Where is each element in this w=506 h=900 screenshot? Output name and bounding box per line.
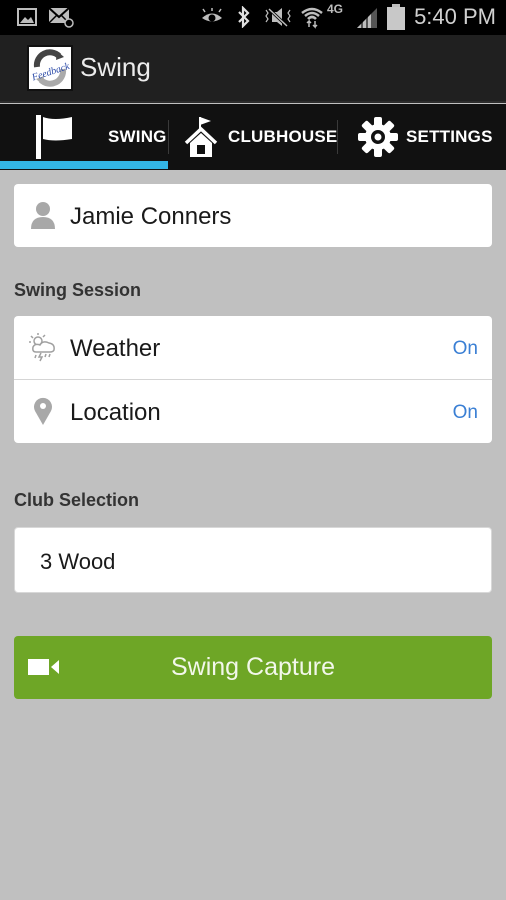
clubhouse-icon (184, 115, 218, 159)
clock: 5:40 PM (414, 4, 496, 29)
swing-session-heading: Swing Session (14, 280, 142, 300)
weather-icon (28, 332, 58, 362)
battery-icon (386, 4, 406, 30)
location-pin-icon (28, 396, 58, 426)
tab-divider (168, 120, 169, 154)
user-card[interactable]: Jamie Conners (14, 184, 492, 247)
tab-settings[interactable]: SETTINGS (357, 104, 493, 170)
tab-label: CLUBHOUSE (228, 127, 338, 146)
selected-tab-indicator (0, 161, 168, 169)
wifi-icon (300, 6, 324, 29)
gallery-icon (17, 6, 37, 28)
location-toggle-value[interactable]: On (453, 402, 478, 424)
user-name: Jamie Conners (70, 203, 232, 230)
club-select-value: 3 Wood (40, 549, 116, 574)
swing-capture-label: Swing Capture (171, 653, 335, 681)
swing-capture-button[interactable]: Swing Capture (14, 636, 492, 699)
bluetooth-icon (236, 6, 252, 28)
status-bar: 4G 5:40 PM (0, 0, 506, 35)
action-bar: Feedback Swing (0, 35, 506, 103)
email-icon (48, 6, 74, 28)
app-logo[interactable]: Feedback (27, 45, 73, 91)
person-icon (28, 200, 58, 230)
tab-clubhouse[interactable]: CLUBHOUSE (184, 104, 337, 170)
flag-icon (34, 113, 74, 161)
tab-divider (337, 120, 338, 154)
swing-session-card: Weather On Location On (14, 316, 492, 443)
user-row[interactable]: Jamie Conners (14, 184, 492, 247)
tab-label: SETTINGS (406, 127, 493, 146)
location-label: Location (70, 399, 161, 426)
club-selection-heading: Club Selection (14, 490, 140, 510)
signal-icon (355, 6, 379, 28)
weather-label: Weather (70, 335, 161, 362)
tab-label: SWING (108, 127, 167, 146)
eye-icon (200, 6, 224, 28)
app-title: Swing (80, 52, 151, 82)
location-row[interactable]: Location On (14, 380, 492, 443)
mute-vibrate-icon (263, 6, 293, 28)
gear-icon (357, 116, 399, 158)
club-select[interactable]: 3 Wood (14, 527, 492, 593)
4g-icon: 4G (327, 2, 344, 16)
weather-row[interactable]: Weather On (14, 316, 492, 379)
weather-toggle-value[interactable]: On (453, 338, 478, 360)
